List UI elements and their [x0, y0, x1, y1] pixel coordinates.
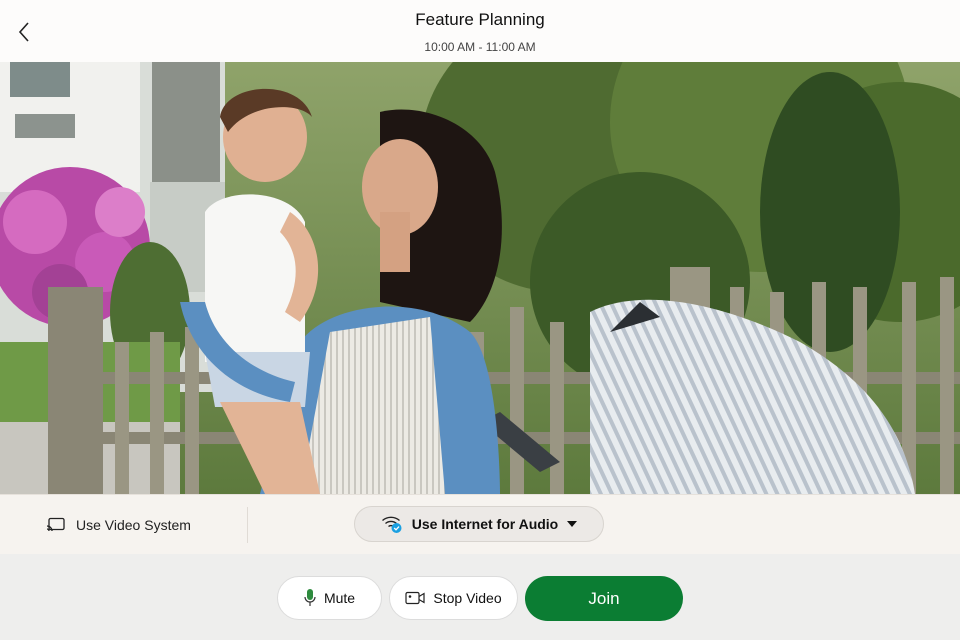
self-view-video	[0, 62, 960, 494]
microphone-icon	[304, 589, 316, 606]
caret-down-icon	[567, 521, 578, 527]
meeting-header: Feature Planning 10:00 AM - 11:00 AM	[0, 0, 960, 63]
use-video-system-label: Use Video System	[76, 517, 191, 533]
video-camera-icon	[405, 591, 425, 605]
use-video-system-button[interactable]: Use Video System	[46, 513, 191, 537]
video-frame	[0, 62, 960, 494]
audio-connection-label: Use Internet for Audio	[411, 516, 559, 532]
join-button[interactable]: Join	[525, 576, 683, 621]
divider	[247, 507, 248, 543]
audio-connection-dropdown[interactable]: Use Internet for Audio	[354, 506, 604, 542]
meeting-title: Feature Planning	[415, 10, 545, 29]
screen-cast-icon	[46, 517, 65, 532]
mute-label: Mute	[323, 590, 356, 606]
connection-options-bar: Use Video System Use Internet for Audio	[0, 494, 960, 556]
stop-video-label: Stop Video	[433, 590, 502, 606]
wifi-icon	[381, 516, 402, 533]
meeting-time: 10:00 AM - 11:00 AM	[424, 40, 536, 54]
stop-video-button[interactable]: Stop Video	[389, 576, 518, 620]
mute-button[interactable]: Mute	[277, 576, 382, 620]
meeting-controls: Mute Stop Video Join	[0, 554, 960, 640]
